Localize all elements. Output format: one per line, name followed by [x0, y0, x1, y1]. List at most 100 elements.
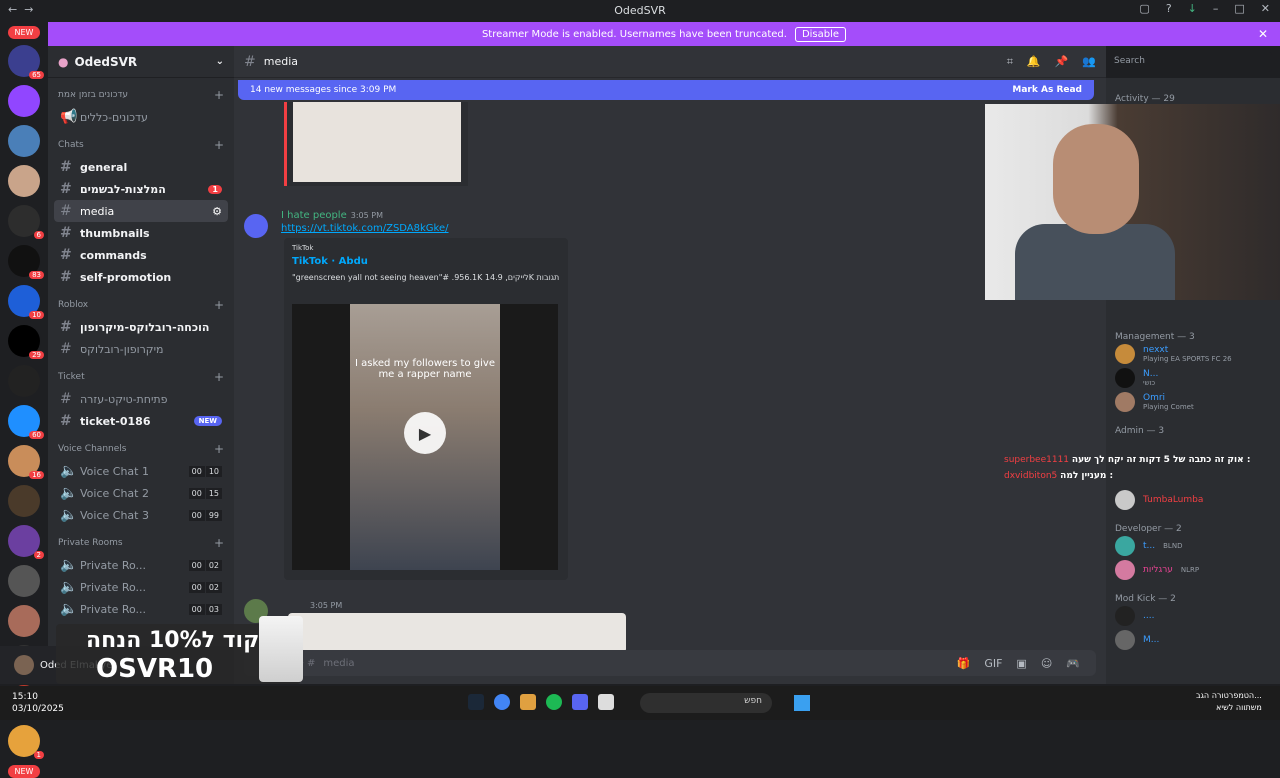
- channel-roblox-proof[interactable]: # הוכחה-רובלוקס-מיקרופון: [54, 316, 228, 338]
- avatar[interactable]: [244, 214, 268, 238]
- minimize-button[interactable]: –: [1213, 2, 1219, 15]
- windows-start-icon[interactable]: [794, 695, 810, 711]
- inbox-icon[interactable]: ▢: [1139, 2, 1149, 15]
- server-icon[interactable]: 65: [8, 45, 44, 79]
- download-icon[interactable]: ↓: [1188, 2, 1197, 15]
- server-icon[interactable]: [8, 125, 40, 157]
- channel-ticket-open[interactable]: # פתיחת-טיקט-עזרה: [54, 388, 228, 410]
- category-private[interactable]: Private Rooms +: [48, 532, 234, 554]
- files-icon[interactable]: [598, 694, 614, 710]
- server-icon[interactable]: 16: [8, 445, 44, 479]
- private-room-2[interactable]: 🔈 Private Ro... 00 02: [54, 576, 228, 598]
- gift-icon[interactable]: 🎁: [957, 657, 971, 670]
- channel-updates[interactable]: 📢 עדכונים-כללים: [54, 106, 228, 128]
- add-channel-icon[interactable]: +: [214, 138, 224, 152]
- category-roblox[interactable]: Roblox +: [48, 294, 234, 316]
- message-composer[interactable]: Message # media 🎁 GIF ▣ ☺ 🎮: [244, 650, 1096, 676]
- voice-chat-1[interactable]: 🔈 Voice Chat 1 00 10: [54, 460, 228, 482]
- paint-icon[interactable]: [520, 694, 536, 710]
- disable-button[interactable]: Disable: [794, 26, 847, 42]
- mark-as-read-button[interactable]: Mark As Read: [1012, 85, 1082, 95]
- spotify-icon[interactable]: [546, 694, 562, 710]
- taskbar-clock[interactable]: 15:10 03/10/2025: [12, 691, 64, 715]
- member-row[interactable]: Omri Playing Comet: [1106, 390, 1280, 414]
- chevron-down-icon[interactable]: ⌄: [216, 56, 224, 67]
- message-author[interactable]: I hate people 3:05 PM: [281, 210, 383, 221]
- channel-ticket-0186[interactable]: # ticket-0186 NEW: [54, 410, 228, 432]
- add-channel-icon[interactable]: +: [214, 298, 224, 312]
- members-icon[interactable]: 👥: [1082, 55, 1096, 69]
- bell-icon[interactable]: 🔔: [1027, 55, 1041, 69]
- new-messages-bar[interactable]: 14 new messages since 3:09 PM Mark As Re…: [238, 80, 1094, 100]
- voice-chat-3[interactable]: 🔈 Voice Chat 3 00 99: [54, 504, 228, 526]
- channel-thumbnails[interactable]: # thumbnails: [54, 222, 228, 244]
- guild-header[interactable]: ● OdedSVR ⌄: [48, 46, 234, 78]
- server-icon[interactable]: [8, 605, 40, 637]
- taskbar-search[interactable]: חפש: [640, 693, 772, 713]
- maximize-button[interactable]: □: [1234, 2, 1244, 15]
- channel-commands[interactable]: # commands: [54, 244, 228, 266]
- steam-icon[interactable]: [468, 694, 484, 710]
- voice-chat-2[interactable]: 🔈 Voice Chat 2 00 15: [54, 482, 228, 504]
- member-row[interactable]: ....: [1106, 604, 1280, 628]
- chrome-icon[interactable]: [494, 694, 510, 710]
- private-room-3[interactable]: 🔈 Private Ro... 00 03: [54, 598, 228, 620]
- add-channel-icon[interactable]: +: [214, 442, 224, 456]
- server-icon[interactable]: 6: [8, 205, 44, 239]
- search-input[interactable]: Search: [1108, 52, 1272, 72]
- help-icon[interactable]: ?: [1166, 2, 1172, 15]
- category-voice[interactable]: Voice Channels +: [48, 438, 234, 460]
- channel-general[interactable]: # general: [54, 156, 228, 178]
- server-icon[interactable]: [8, 85, 40, 117]
- weather-widget[interactable]: הטמפרטורה הגב... משתווה לשיא: [1196, 690, 1262, 714]
- server-icon[interactable]: [8, 365, 40, 397]
- discord-icon[interactable]: [572, 694, 588, 710]
- message-link[interactable]: https://vt.tiktok.com/ZSDA8kGke/: [281, 223, 449, 234]
- member-row[interactable]: ערגליות NLRP: [1106, 558, 1280, 582]
- server-icon[interactable]: 1: [8, 725, 44, 759]
- new-pill[interactable]: NEW: [8, 26, 40, 39]
- close-banner-icon[interactable]: ✕: [1258, 27, 1268, 41]
- category-ticket[interactable]: Ticket +: [48, 366, 234, 388]
- previous-image-attachment[interactable]: [284, 102, 468, 186]
- server-icon[interactable]: [8, 565, 40, 597]
- emoji-icon[interactable]: ☺: [1041, 657, 1052, 670]
- category-chats[interactable]: Chats +: [48, 134, 234, 156]
- member-row[interactable]: M...: [1106, 628, 1280, 652]
- server-icon[interactable]: [8, 165, 40, 197]
- threads-icon[interactable]: ⌗: [1007, 55, 1013, 69]
- category-updates[interactable]: עדכונים בזמן אמת +: [48, 84, 234, 106]
- server-icon[interactable]: 10: [8, 285, 44, 319]
- back-icon[interactable]: ← →: [8, 3, 33, 16]
- embed-title[interactable]: TikTok · Abdu: [292, 256, 560, 267]
- play-icon[interactable]: ▶: [404, 412, 446, 454]
- author-name[interactable]: I hate people: [281, 210, 347, 221]
- member-row[interactable]: nexxt Playing EA SPORTS FC 26: [1106, 342, 1280, 366]
- apps-icon[interactable]: 🎮: [1066, 657, 1080, 670]
- image-attachment[interactable]: [288, 613, 626, 653]
- member-row[interactable]: t... BLND: [1106, 534, 1280, 558]
- member-row[interactable]: TumbaLumba: [1106, 488, 1280, 512]
- embed-video[interactable]: I asked my followers to give me a rapper…: [292, 304, 558, 570]
- member-row[interactable]: N... כושי: [1106, 366, 1280, 390]
- add-channel-icon[interactable]: +: [214, 536, 224, 550]
- channel-media[interactable]: # media ⚙: [54, 200, 228, 222]
- server-icon[interactable]: 2: [8, 525, 44, 559]
- server-icon[interactable]: 29: [8, 325, 44, 359]
- server-icon[interactable]: 60: [8, 405, 44, 439]
- pin-icon[interactable]: 📌: [1055, 55, 1069, 69]
- add-channel-icon[interactable]: +: [214, 370, 224, 384]
- server-icon[interactable]: 83: [8, 245, 44, 279]
- private-room-1[interactable]: 🔈 Private Ro... 00 02: [54, 554, 228, 576]
- channel-recommend[interactable]: # המלצות-לבשמים 1: [54, 178, 228, 200]
- settings-icon[interactable]: ⚙: [212, 205, 222, 218]
- server-icon[interactable]: [8, 485, 40, 517]
- avatar[interactable]: [14, 655, 34, 675]
- channel-roblox-mic[interactable]: # מיקרופון-רובלוקס: [54, 338, 228, 360]
- add-channel-icon[interactable]: +: [214, 88, 224, 102]
- new-pill[interactable]: NEW: [8, 765, 40, 778]
- channel-self-promotion[interactable]: # self-promotion: [54, 266, 228, 288]
- gif-icon[interactable]: GIF: [984, 657, 1002, 670]
- close-button[interactable]: ✕: [1261, 2, 1270, 15]
- sticker-icon[interactable]: ▣: [1016, 657, 1026, 670]
